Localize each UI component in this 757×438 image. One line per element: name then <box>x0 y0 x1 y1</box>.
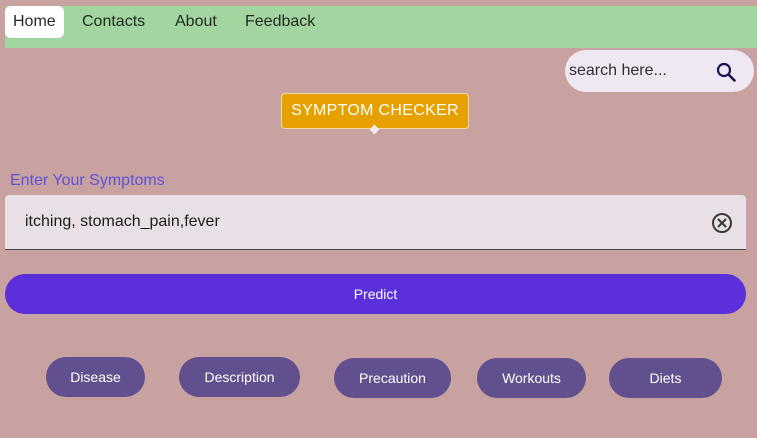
search-icon[interactable] <box>714 60 738 84</box>
symptoms-field <box>5 195 746 250</box>
navbar: Home Contacts About Feedback <box>5 6 757 48</box>
nav-item-contacts[interactable]: Contacts <box>82 6 145 38</box>
nav-item-home[interactable]: Home <box>5 6 64 38</box>
nav-item-feedback[interactable]: Feedback <box>245 6 315 38</box>
workouts-button[interactable]: Workouts <box>477 358 586 398</box>
description-button[interactable]: Description <box>179 357 300 397</box>
nav-item-about[interactable]: About <box>175 6 217 38</box>
diets-button[interactable]: Diets <box>609 358 722 398</box>
clear-icon[interactable] <box>711 212 733 234</box>
predict-button[interactable]: Predict <box>5 274 746 314</box>
symptom-checker-badge: SYMPTOM CHECKER <box>281 93 469 129</box>
search-input[interactable] <box>569 50 709 92</box>
precaution-button[interactable]: Precaution <box>334 358 451 398</box>
disease-button[interactable]: Disease <box>46 357 145 397</box>
symptoms-label: Enter Your Symptoms <box>10 172 165 189</box>
symptoms-input[interactable] <box>25 195 685 249</box>
